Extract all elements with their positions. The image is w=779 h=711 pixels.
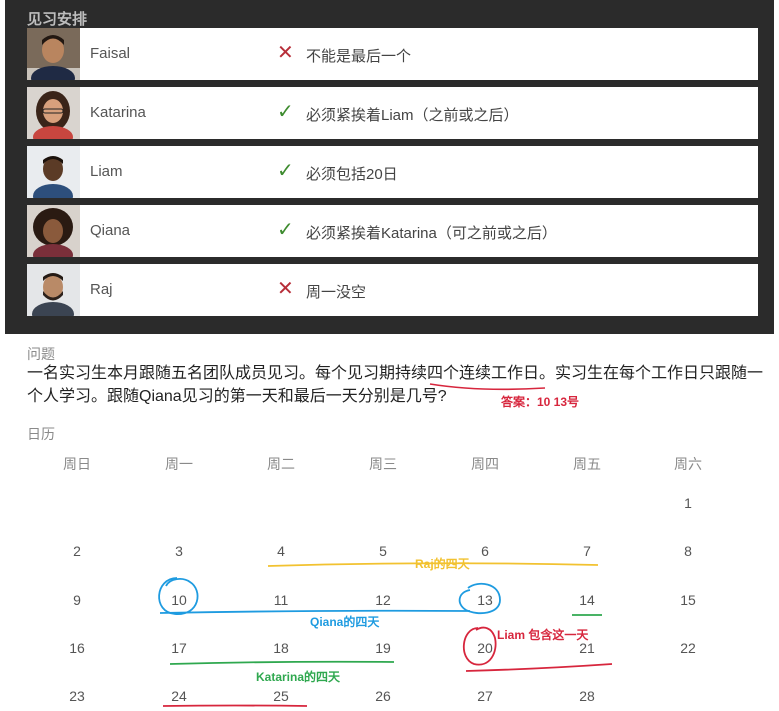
green-line-katarina [169,660,395,665]
annotation-raj: Raj的四天 [415,557,470,571]
annotation-qiana: Qiana的四天 [310,615,380,629]
handwritten-annotations [158,383,613,707]
red-circle-20 [463,626,497,666]
annotation-katarina: Katarina的四天 [256,670,341,684]
annotation-liam: Liam 包含这一天 [497,628,589,642]
red-line-liam [465,663,613,672]
red-line-24-25 [162,704,308,707]
blue-circle-13 [458,582,501,615]
blue-circle-10 [158,577,199,615]
red-underline-question [429,383,546,391]
